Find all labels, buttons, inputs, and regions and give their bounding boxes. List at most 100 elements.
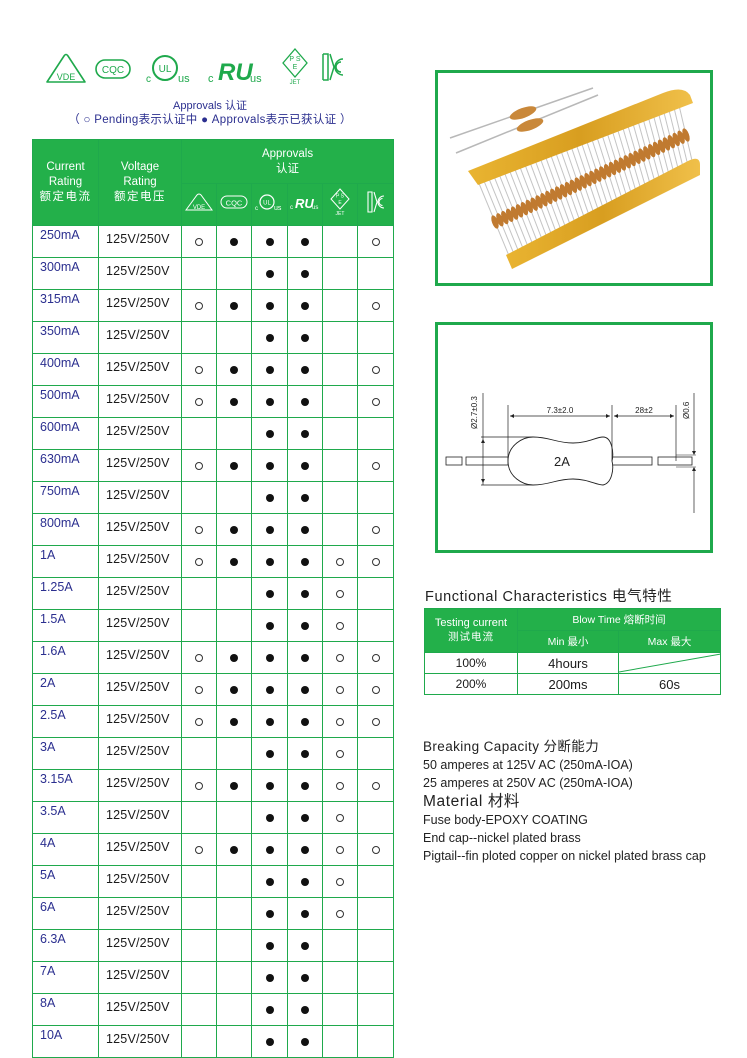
approval-cell-culus <box>251 865 288 898</box>
kc-icon <box>366 191 384 213</box>
table-row: 7A 125V/250V <box>32 961 395 994</box>
svg-text:UL: UL <box>263 201 271 207</box>
pending-circle-icon <box>336 558 344 566</box>
approval-cell-vde <box>181 545 217 578</box>
approval-cell-pse-jet <box>322 801 358 834</box>
voltage-rating-cell: 125V/250V <box>98 609 182 642</box>
current-rating-cell: 3A <box>32 737 99 770</box>
approval-cell-cruus <box>287 801 323 834</box>
approved-dot-icon <box>301 878 309 886</box>
voltage-rating-cell: 125V/250V <box>98 481 182 514</box>
table-row: 1A 125V/250V <box>32 545 395 578</box>
material-title: Material 材料 <box>423 793 521 810</box>
pending-circle-icon <box>371 462 380 470</box>
approval-cell-pse-jet <box>322 609 358 642</box>
approval-cell-pse-jet <box>322 577 358 610</box>
approval-cell-culus <box>251 417 288 450</box>
approved-dot-icon <box>301 238 309 246</box>
table-row: 630mA 125V/250V <box>32 449 395 482</box>
approved-dot-icon <box>301 782 309 790</box>
current-rating-cell: 6.3A <box>32 929 99 962</box>
approval-cell-cqc <box>216 513 252 546</box>
table-row: 1.6A 125V/250V <box>32 641 395 674</box>
fuse-tape-reel-image <box>449 87 700 269</box>
approval-cell-kc <box>356 545 395 578</box>
approved-dot-icon <box>265 814 274 822</box>
approval-cell-cqc <box>216 1025 252 1058</box>
table-row: 3.15A 125V/250V <box>32 769 395 802</box>
svg-text:us: us <box>312 205 318 211</box>
approval-cell-cruus <box>287 961 323 994</box>
header-current-rating: Current Rating 额定电流 <box>32 139 99 226</box>
header-kc <box>356 183 395 226</box>
fc-max-empty <box>617 652 722 674</box>
approval-cell-pse-jet <box>322 321 358 354</box>
svg-text:CQC: CQC <box>102 65 124 76</box>
approved-dot-icon <box>301 974 309 982</box>
current-rating-cell: 1.25A <box>32 577 99 610</box>
diagonal-slash <box>619 653 721 673</box>
approval-cell-cqc <box>216 929 252 962</box>
functional-characteristics-table: Testing current 测试电流 Blow Time 熔断时间 Min … <box>424 608 722 695</box>
approval-cell-culus <box>251 481 288 514</box>
approved-dot-icon <box>265 1038 274 1046</box>
approved-dot-icon <box>230 558 238 566</box>
header-approvals-line2: 认证 <box>276 162 299 175</box>
svg-text:VDE: VDE <box>193 205 205 211</box>
pending-circle-icon <box>371 366 380 374</box>
approval-cell-cqc <box>216 961 252 994</box>
approval-cell-pse-jet <box>322 1025 358 1058</box>
pending-circle-icon <box>336 814 344 822</box>
approval-cell-culus <box>251 385 288 418</box>
current-rating-cell: 1.6A <box>32 641 99 674</box>
approved-dot-icon <box>265 750 274 758</box>
pending-circle-icon <box>195 462 203 470</box>
approvals-table-body: 250mA 125V/250V 300mA 125V/250V 315mA 125V/25… <box>32 225 395 1058</box>
approval-cell-cruus <box>287 417 323 450</box>
approval-cell-vde <box>181 833 217 866</box>
pending-circle-icon <box>336 622 344 630</box>
current-rating-cell: 2A <box>32 673 99 706</box>
voltage-rating-cell: 125V/250V <box>98 577 182 610</box>
approval-cell-cqc <box>216 481 252 514</box>
current-rating-cell: 6A <box>32 897 99 930</box>
voltage-rating-cell: 125V/250V <box>98 417 182 450</box>
svg-text:c: c <box>290 205 293 211</box>
approval-cell-kc <box>356 449 395 482</box>
approval-cell-cruus <box>287 993 323 1026</box>
svg-text:P S: P S <box>289 56 300 63</box>
table-row: 250mA 125V/250V <box>32 225 395 258</box>
approved-dot-icon <box>301 750 309 758</box>
approval-cell-vde <box>181 481 217 514</box>
approved-dot-icon <box>301 846 309 854</box>
voltage-rating-cell: 125V/250V <box>98 1025 182 1058</box>
pending-circle-icon <box>195 558 203 566</box>
svg-text:c: c <box>208 73 214 85</box>
lead-segment-left-outer <box>445 456 463 466</box>
header-voltage-rating: Voltage Rating 额定电压 <box>98 139 182 226</box>
approval-cell-kc <box>356 481 395 514</box>
approval-cell-vde <box>181 897 217 930</box>
approved-dot-icon <box>230 398 238 406</box>
approved-dot-icon <box>301 1038 309 1046</box>
lead-segment-right-outer <box>657 456 693 466</box>
breaking-capacity-line: 50 amperes at 125V AC (250mA-IOA) <box>423 758 633 772</box>
pending-circle-icon <box>195 366 203 374</box>
approval-cell-vde <box>181 769 217 802</box>
approved-dot-icon <box>230 846 238 854</box>
approval-cell-culus <box>251 545 288 578</box>
approval-cell-vde <box>181 929 217 962</box>
approval-cell-vde <box>181 993 217 1026</box>
approval-cell-cruus <box>287 609 323 642</box>
approved-dot-icon <box>265 686 274 694</box>
pending-circle-icon <box>371 398 380 406</box>
approval-cell-cqc <box>216 225 252 258</box>
table-row: 1.5A 125V/250V <box>32 609 395 642</box>
approved-dot-icon <box>230 654 238 662</box>
approval-cell-kc <box>356 1025 395 1058</box>
approved-dot-icon <box>301 622 309 630</box>
vde-icon: VDE <box>185 193 213 211</box>
approval-cell-cruus <box>287 225 323 258</box>
pending-circle-icon <box>336 750 344 758</box>
current-rating-cell: 750mA <box>32 481 99 514</box>
